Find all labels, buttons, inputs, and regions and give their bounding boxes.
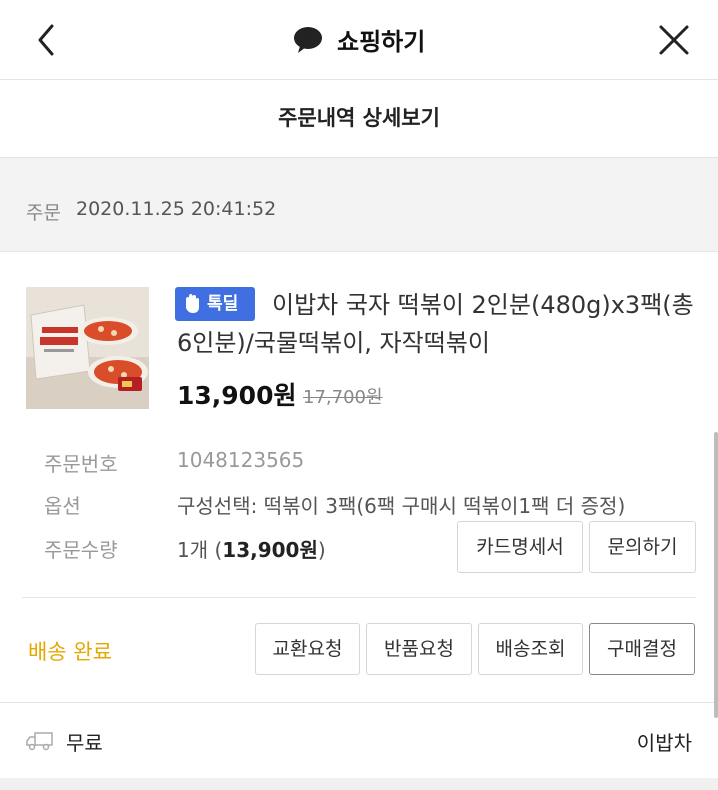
quantity-suffix: ) (317, 538, 326, 562)
option-label: 옵션 (44, 494, 81, 518)
bottom-strip (0, 778, 718, 790)
scrollbar[interactable] (714, 432, 718, 718)
quantity-count: 1개 ( (177, 538, 223, 562)
quantity-label: 주문수량 (44, 538, 118, 562)
product-image (26, 287, 149, 409)
option-row: 옵션 구성선택: 떡볶이 3팩(6팩 구매시 떡볶이1팩 더 증정) (0, 490, 718, 524)
divider (22, 597, 696, 598)
order-number-row: 주문번호 1048123565 (0, 448, 718, 482)
inquiry-button[interactable]: 문의하기 (589, 521, 696, 573)
page-title: 주문내역 상세보기 (0, 80, 718, 158)
order-date-bar: 주문 2020.11.25 20:41:52 (0, 158, 718, 252)
card-statement-button[interactable]: 카드명세서 (457, 521, 583, 573)
shipping-info-bar: 무료 이밥차 (0, 702, 718, 778)
order-number-value: 1048123565 (177, 448, 305, 472)
return-request-button[interactable]: 반품요청 (366, 623, 472, 675)
delivery-status: 배송 완료 (28, 640, 112, 664)
product-original-price: 17,700원 (303, 387, 383, 408)
quantity-amount: 13,900원 (222, 538, 318, 562)
close-button[interactable] (654, 20, 694, 60)
product-title[interactable]: 이밥차 국자 떡볶이 2인분(480g)x3팩(총 6인분)/국물떡볶이, 자작… (177, 286, 702, 362)
header-title: 쇼핑하기 (0, 22, 718, 57)
order-date-value: 2020.11.25 20:41:52 (76, 198, 277, 220)
truck-icon (26, 732, 53, 751)
chat-bubble-icon (293, 26, 322, 53)
product-thumbnail[interactable] (26, 287, 149, 409)
seller-name[interactable]: 이밥차 (637, 727, 692, 756)
track-delivery-button[interactable]: 배송조회 (478, 623, 583, 675)
option-value: 구성선택: 떡볶이 3팩(6팩 구매시 떡볶이1팩 더 증정) (177, 494, 626, 518)
quantity-value: 1개 (13,900원) (177, 534, 326, 563)
header-title-text: 쇼핑하기 (337, 28, 426, 56)
top-bar: 쇼핑하기 (0, 0, 718, 80)
close-icon (659, 25, 689, 55)
confirm-purchase-button[interactable]: 구매결정 (589, 623, 695, 675)
order-date-label: 주문 (26, 202, 61, 224)
product-price: 13,900원 (177, 381, 297, 410)
order-number-label: 주문번호 (44, 452, 118, 476)
exchange-request-button[interactable]: 교환요청 (255, 623, 360, 675)
shipping-fee: 무료 (66, 731, 103, 755)
